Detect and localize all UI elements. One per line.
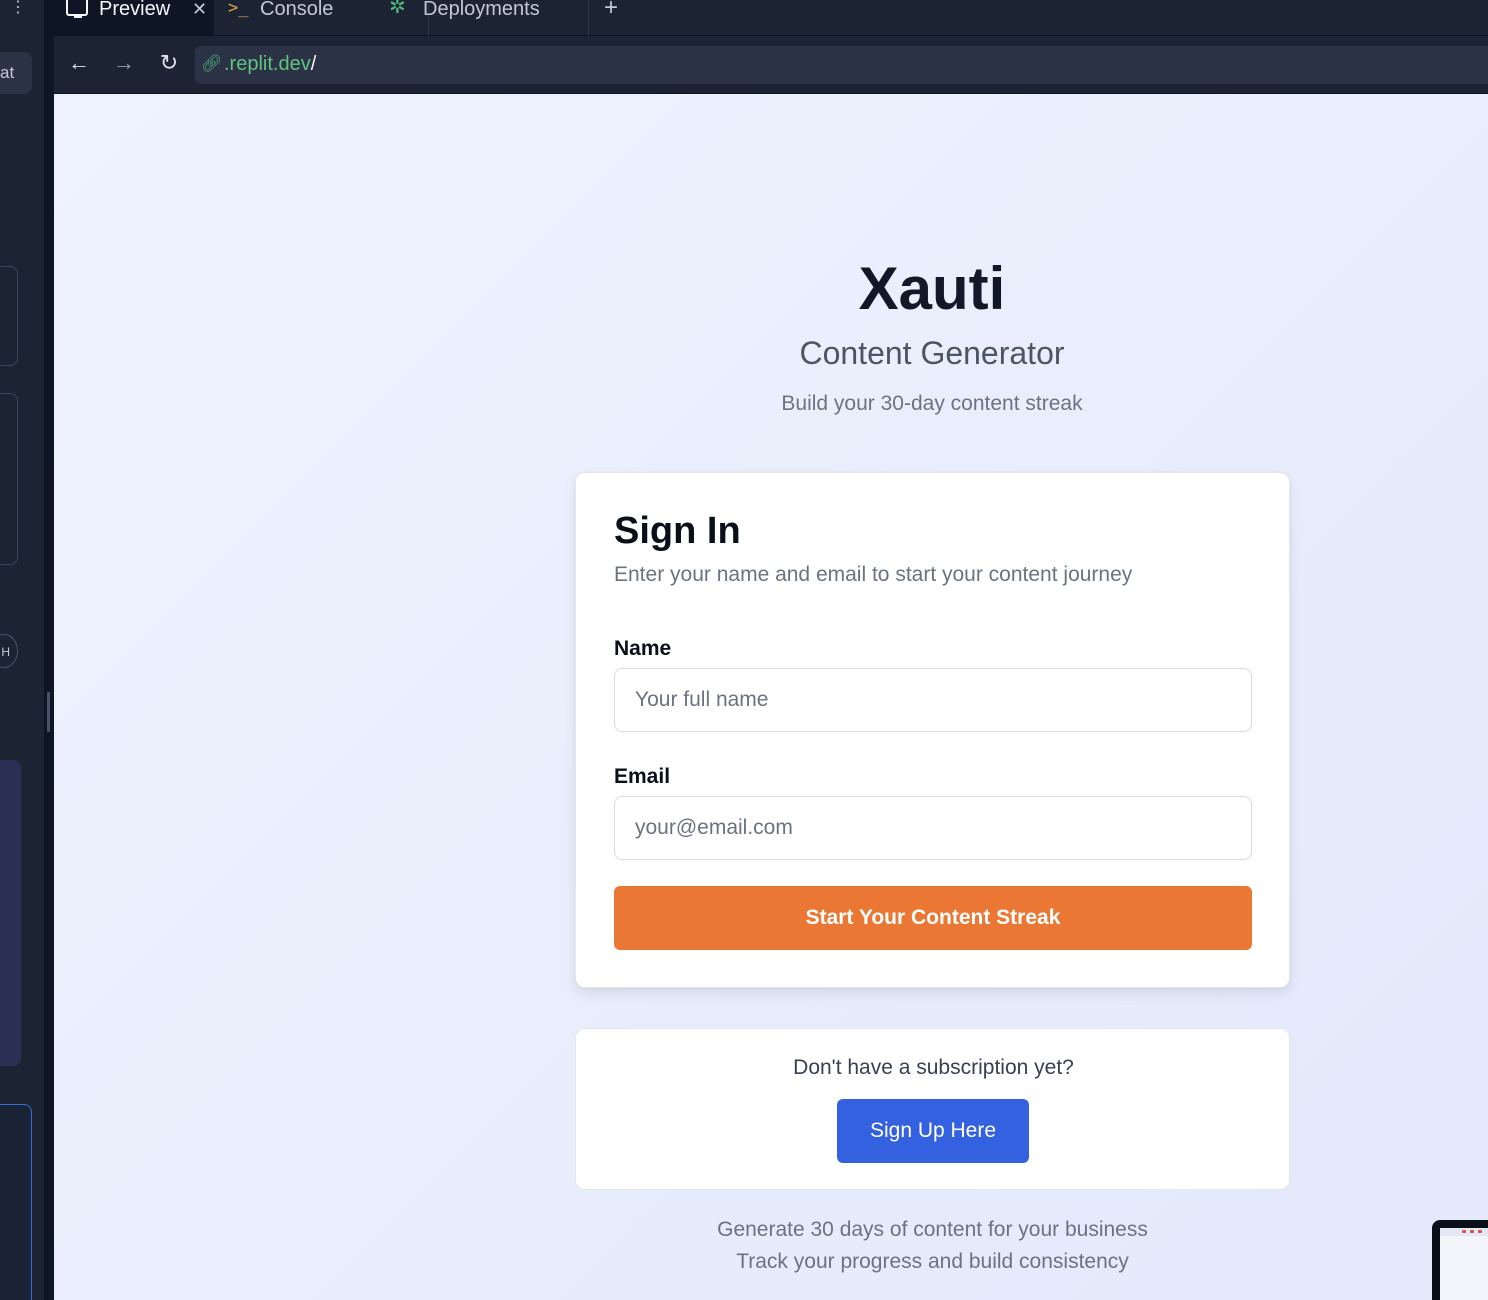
url-path: / bbox=[310, 53, 317, 75]
avatar[interactable]: H bbox=[0, 634, 18, 668]
ide-left-panel: ⋮ at H bbox=[0, 0, 46, 1300]
avatar-initial: H bbox=[1, 645, 10, 659]
start-streak-button[interactable]: Start Your Content Streak bbox=[614, 886, 1252, 950]
chat-tab-chip[interactable]: at bbox=[0, 52, 32, 94]
sidebar-panel-card[interactable] bbox=[0, 393, 18, 565]
ide-tab-bar: Preview ✕ >_ Console ✲ Deployments + bbox=[54, 0, 1488, 36]
brand-tagline: Build your 30-day content streak bbox=[781, 392, 1083, 415]
sidebar-panel-card[interactable] bbox=[0, 266, 18, 366]
sidebar-input-panel[interactable] bbox=[0, 1104, 32, 1300]
tab-deployments-label: Deployments bbox=[423, 0, 540, 20]
tab-console-label: Console bbox=[260, 0, 334, 20]
url-text[interactable]: .replit.dev/ bbox=[224, 53, 316, 75]
email-field[interactable] bbox=[614, 796, 1252, 860]
mini-window-content bbox=[1440, 1228, 1488, 1300]
signin-title: Sign In bbox=[614, 510, 741, 552]
deploy-tree-icon: ✲ bbox=[389, 0, 406, 18]
brand-subtitle: Content Generator bbox=[799, 335, 1065, 371]
kebab-menu-icon[interactable]: ⋮ bbox=[10, 0, 26, 22]
url-host: .replit.dev bbox=[224, 53, 311, 75]
name-field[interactable] bbox=[614, 668, 1252, 732]
signup-button[interactable]: Sign Up Here bbox=[837, 1099, 1029, 1163]
tab-deployments[interactable]: ✲ Deployments bbox=[379, 0, 589, 36]
mini-dot bbox=[1462, 1230, 1466, 1233]
link-icon: 🔗︎ bbox=[201, 54, 223, 73]
footer-line-2: Track your progress and build consistenc… bbox=[736, 1250, 1129, 1273]
url-bar[interactable]: 🔗︎ .replit.dev/ bbox=[195, 46, 1488, 84]
browser-nav-bar: ← → ↻ 🔗︎ .replit.dev/ bbox=[54, 36, 1488, 94]
name-label: Name bbox=[614, 637, 672, 660]
signup-question: Don't have a subscription yet? bbox=[793, 1056, 1074, 1079]
footer-line-1: Generate 30 days of content for your bus… bbox=[717, 1218, 1148, 1241]
signin-card: Sign In Enter your name and email to sta… bbox=[575, 472, 1290, 988]
close-icon[interactable]: ✕ bbox=[192, 0, 207, 19]
plus-icon[interactable]: + bbox=[604, 0, 618, 20]
resize-handle[interactable] bbox=[47, 692, 50, 732]
signin-description: Enter your name and email to start your … bbox=[614, 563, 1133, 586]
sidebar-message-panel[interactable] bbox=[0, 760, 21, 1066]
chat-chip-label: at bbox=[0, 63, 15, 82]
tab-preview[interactable]: Preview ✕ bbox=[54, 0, 214, 36]
signup-card: Don't have a subscription yet? Sign Up H… bbox=[575, 1028, 1290, 1190]
mini-window-titlebar bbox=[1440, 1228, 1488, 1236]
preview-viewport: Xauti Content Generator Build your 30-da… bbox=[54, 94, 1488, 1300]
panel-divider bbox=[44, 0, 54, 1300]
arrow-left-icon[interactable]: ← bbox=[64, 48, 94, 78]
mini-dot bbox=[1470, 1230, 1474, 1233]
reload-icon[interactable]: ↻ bbox=[154, 48, 184, 78]
arrow-right-icon[interactable]: → bbox=[109, 48, 139, 78]
terminal-prompt-icon: >_ bbox=[228, 0, 249, 18]
brand-title: Xauti bbox=[858, 255, 1006, 322]
monitor-icon bbox=[66, 0, 88, 18]
email-label: Email bbox=[614, 765, 671, 788]
floating-mini-window[interactable] bbox=[1432, 1220, 1488, 1300]
tab-preview-label: Preview bbox=[99, 0, 171, 20]
mini-dot bbox=[1478, 1230, 1482, 1233]
